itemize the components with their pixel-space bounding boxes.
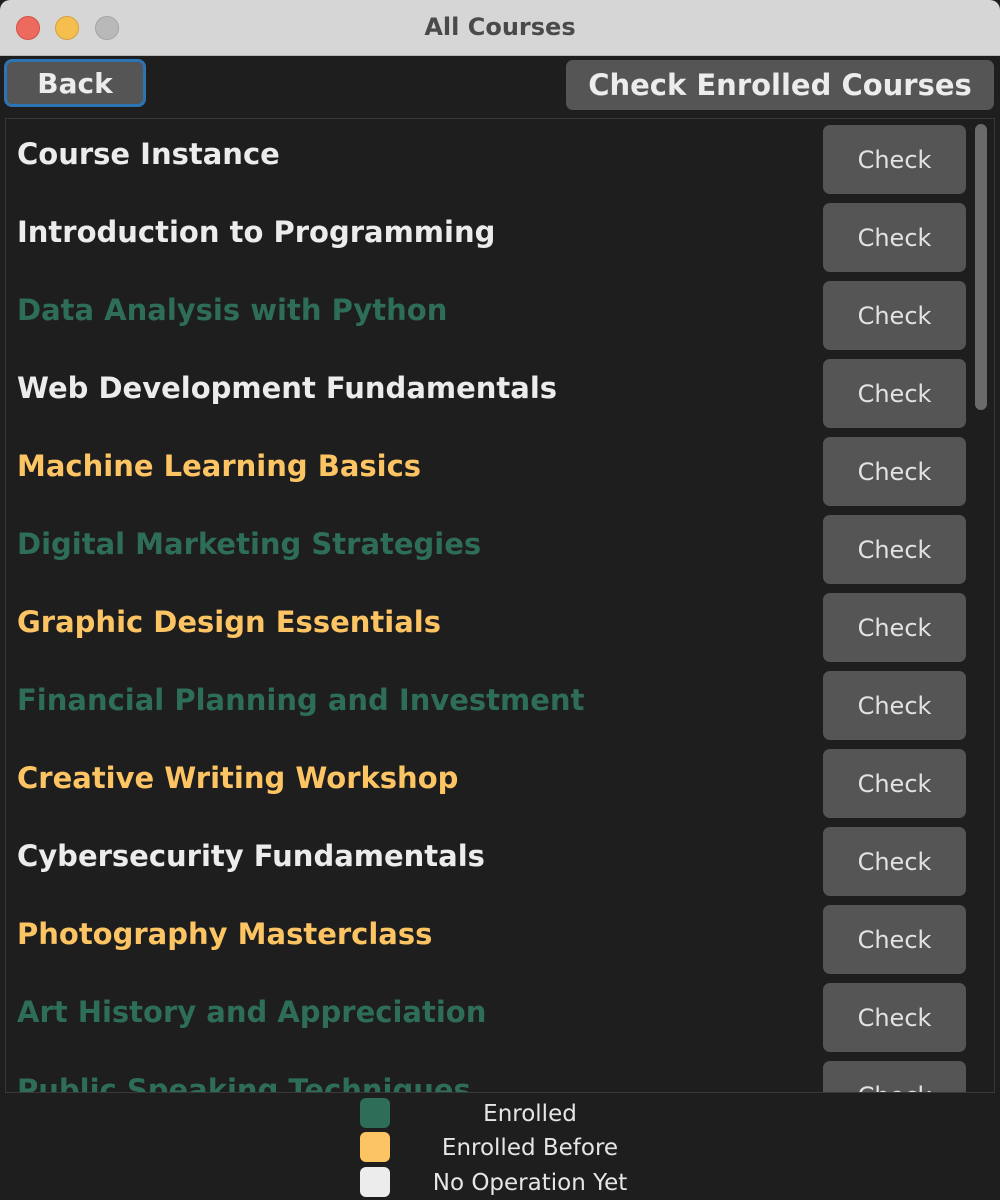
course-row: Cybersecurity Fundamentals Check: [6, 821, 994, 899]
legend-swatch: [360, 1167, 390, 1197]
course-row: Introduction to Programming Check: [6, 197, 994, 275]
check-course-button[interactable]: Check: [823, 281, 966, 350]
course-name: Course Instance: [17, 137, 280, 171]
course-name: Machine Learning Basics: [17, 449, 422, 483]
course-row: Photography Masterclass Check: [6, 899, 994, 977]
course-row: Art History and Appreciation Check: [6, 977, 994, 1055]
check-course-button[interactable]: Check: [823, 1061, 966, 1092]
legend-swatch: [360, 1098, 390, 1128]
course-name: Introduction to Programming: [17, 215, 496, 249]
check-course-button[interactable]: Check: [823, 593, 966, 662]
course-list[interactable]: Course Instance Check Introduction to Prog…: [5, 118, 995, 1093]
check-enrolled-courses-button[interactable]: Check Enrolled Courses: [566, 60, 994, 110]
legend-label: Enrolled Before: [441, 1135, 619, 1161]
course-list-scrollbar[interactable]: [975, 124, 987, 410]
course-name: Public Speaking Techniques: [17, 1073, 471, 1093]
legend-item: No Operation Yet: [360, 1167, 660, 1197]
course-name: Graphic Design Essentials: [17, 605, 441, 639]
course-row: Machine Learning Basics Check: [6, 431, 994, 509]
course-row: Digital Marketing Strategies Check: [6, 509, 994, 587]
legend-item: Enrolled: [360, 1098, 660, 1128]
course-row: Financial Planning and Investment Check: [6, 665, 994, 743]
check-course-button[interactable]: Check: [823, 359, 966, 428]
course-name: Art History and Appreciation: [17, 995, 487, 1029]
check-course-button[interactable]: Check: [823, 125, 966, 194]
course-list-content: Course Instance Check Introduction to Prog…: [6, 119, 994, 1093]
check-course-button[interactable]: Check: [823, 983, 966, 1052]
course-row: Public Speaking Techniques Check: [6, 1055, 994, 1093]
course-row: Graphic Design Essentials Check: [6, 587, 994, 665]
course-name: Web Development Fundamentals: [17, 371, 558, 405]
check-course-button[interactable]: Check: [823, 203, 966, 272]
check-course-button[interactable]: Check: [823, 671, 966, 740]
course-name: Creative Writing Workshop: [17, 761, 459, 795]
legend-label: No Operation Yet: [432, 1170, 628, 1196]
course-name: Financial Planning and Investment: [17, 683, 585, 717]
check-course-button[interactable]: Check: [823, 749, 966, 818]
course-row: Data Analysis with Python Check: [6, 275, 994, 353]
legend-swatch: [360, 1132, 390, 1162]
check-course-button[interactable]: Check: [823, 905, 966, 974]
course-name: Digital Marketing Strategies: [17, 527, 482, 561]
course-name: Data Analysis with Python: [17, 293, 448, 327]
check-course-button[interactable]: Check: [823, 437, 966, 506]
course-row: Course Instance Check: [6, 119, 994, 197]
course-name: Photography Masterclass: [17, 917, 433, 951]
course-row: Creative Writing Workshop Check: [6, 743, 994, 821]
course-name: Cybersecurity Fundamentals: [17, 839, 485, 873]
course-row: Web Development Fundamentals Check: [6, 353, 994, 431]
legend-item: Enrolled Before: [360, 1132, 660, 1162]
check-course-button[interactable]: Check: [823, 515, 966, 584]
legend-label: Enrolled: [483, 1101, 577, 1127]
check-course-button[interactable]: Check: [823, 827, 966, 896]
status-legend: Enrolled Enrolled Before No Operation Yet: [0, 1093, 1000, 1200]
toolbar: Back Check Enrolled Courses: [0, 56, 1000, 118]
back-button[interactable]: Back: [4, 59, 146, 107]
window-title: All Courses: [424, 13, 576, 41]
title-bar: All Courses: [0, 0, 1000, 56]
